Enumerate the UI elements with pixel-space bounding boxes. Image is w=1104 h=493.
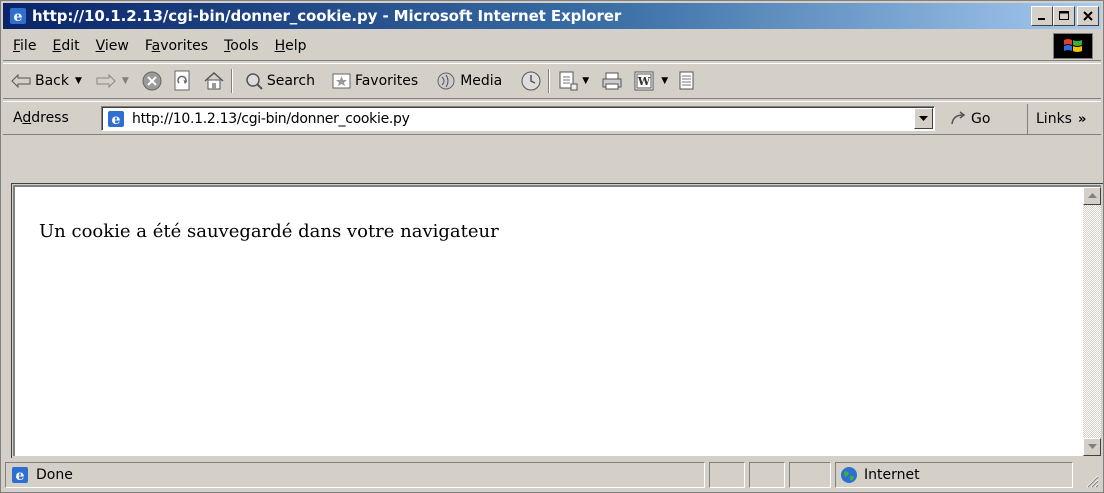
standard-toolbar: Back ▼ ▼ Search Favorites Media ▼ W ▼ xyxy=(3,63,1101,99)
print-icon xyxy=(602,72,622,90)
status-text: Done xyxy=(36,467,73,483)
edit-dropdown-icon[interactable]: ▼ xyxy=(661,76,668,86)
page-message: Un cookie a été sauvegardé dans votre na… xyxy=(39,221,499,242)
links-label: Links xyxy=(1036,111,1072,127)
home-icon xyxy=(204,71,224,90)
maximize-button[interactable] xyxy=(1053,6,1075,26)
menu-file[interactable]: File xyxy=(13,38,36,54)
status-pane-progress xyxy=(709,462,745,488)
page-icon: e xyxy=(106,109,126,129)
search-icon xyxy=(246,73,263,90)
forward-arrow-icon xyxy=(96,74,116,88)
menu-favorites[interactable]: Favorites xyxy=(145,38,208,54)
favorites-icon xyxy=(332,73,351,89)
home-button[interactable] xyxy=(203,67,225,95)
arrow-up-icon xyxy=(1087,193,1097,198)
svg-text:e: e xyxy=(16,468,25,484)
window-title: http://10.1.2.13/cgi-bin/donner_cookie.p… xyxy=(32,7,622,25)
status-pane-lock xyxy=(749,462,785,488)
media-button[interactable]: Media xyxy=(436,67,502,95)
search-button[interactable]: Search xyxy=(243,67,315,95)
stop-icon xyxy=(142,71,162,91)
address-bar: Address e http://10.1.2.13/cgi-bin/donne… xyxy=(3,101,1101,135)
status-main-pane: e Done xyxy=(5,462,705,488)
security-zone-label: Internet xyxy=(864,467,920,483)
address-dropdown-button[interactable] xyxy=(914,108,933,129)
minimize-icon xyxy=(1038,18,1045,20)
back-dropdown-icon[interactable]: ▼ xyxy=(75,76,82,86)
print-button[interactable] xyxy=(601,67,623,95)
mail-dropdown-icon[interactable]: ▼ xyxy=(582,76,589,86)
scroll-down-button[interactable] xyxy=(1083,438,1101,456)
svg-text:e: e xyxy=(14,9,23,25)
mail-button[interactable]: ▼ xyxy=(558,67,589,95)
history-icon xyxy=(521,71,541,91)
forward-dropdown-icon[interactable]: ▼ xyxy=(122,76,129,86)
discuss-button[interactable] xyxy=(678,67,696,95)
toolbar-separator xyxy=(548,69,551,93)
history-button[interactable] xyxy=(520,67,542,95)
stop-button[interactable] xyxy=(141,67,163,95)
refresh-icon xyxy=(174,70,190,91)
search-label: Search xyxy=(266,73,315,89)
chevron-down-icon xyxy=(919,115,928,121)
globe-icon xyxy=(840,466,858,484)
page-done-icon: e xyxy=(10,465,30,485)
browser-window: e http://10.1.2.13/cgi-bin/donner_cookie… xyxy=(0,0,1104,493)
go-button[interactable]: Go xyxy=(949,107,990,131)
resize-grip-icon[interactable] xyxy=(1083,472,1099,488)
refresh-button[interactable] xyxy=(173,67,193,95)
close-icon xyxy=(1083,11,1093,21)
menu-tools[interactable]: Tools xyxy=(224,38,259,54)
toolbar-separator xyxy=(230,69,233,93)
go-arrow-icon xyxy=(951,111,966,125)
arrow-down-icon xyxy=(1087,444,1097,449)
page-content: Un cookie a été sauvegardé dans votre na… xyxy=(13,185,1101,456)
favorites-label: Favorites xyxy=(354,73,419,89)
title-bar[interactable]: e http://10.1.2.13/cgi-bin/donner_cookie… xyxy=(3,3,1101,29)
mail-icon xyxy=(559,71,578,91)
menu-view[interactable]: View xyxy=(96,38,129,54)
menu-bar: File Edit View Favorites Tools Help xyxy=(3,31,1101,61)
chevron-right-icon: » xyxy=(1077,111,1087,127)
scroll-up-button[interactable] xyxy=(1083,187,1101,205)
address-label: Address xyxy=(13,110,69,126)
minimize-button[interactable] xyxy=(1031,6,1053,26)
back-arrow-icon xyxy=(11,74,31,88)
edit-button[interactable]: W ▼ xyxy=(633,67,668,95)
go-label: Go xyxy=(971,111,991,127)
links-button[interactable]: Links » xyxy=(1027,104,1086,134)
forward-button[interactable]: ▼ xyxy=(96,67,129,95)
status-pane-privacy xyxy=(789,462,831,488)
menu-help[interactable]: Help xyxy=(275,38,307,54)
media-icon xyxy=(437,72,455,90)
vertical-scrollbar[interactable] xyxy=(1083,187,1101,456)
status-bar: e Done Internet xyxy=(3,460,1101,490)
favorites-button[interactable]: Favorites xyxy=(331,67,418,95)
word-edit-icon: W xyxy=(634,71,654,91)
back-label: Back xyxy=(35,73,69,89)
svg-text:e: e xyxy=(112,112,121,128)
maximize-icon xyxy=(1059,11,1069,20)
address-url: http://10.1.2.13/cgi-bin/donner_cookie.p… xyxy=(132,110,410,127)
svg-text:W: W xyxy=(637,75,651,88)
menu-edit[interactable]: Edit xyxy=(52,38,79,54)
security-zone-pane: Internet xyxy=(835,462,1073,488)
ie-icon: e xyxy=(8,6,28,26)
media-label: Media xyxy=(460,73,503,89)
windows-logo-icon xyxy=(1053,33,1093,59)
close-button[interactable] xyxy=(1077,6,1099,26)
discuss-icon xyxy=(679,71,694,90)
back-button[interactable]: Back ▼ xyxy=(11,67,82,95)
address-input[interactable]: e http://10.1.2.13/cgi-bin/donner_cookie… xyxy=(101,106,935,131)
